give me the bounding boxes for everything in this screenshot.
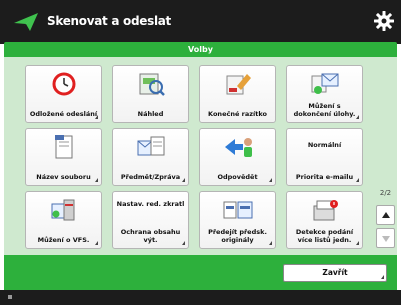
submenu-arrow-icon	[381, 275, 384, 279]
scroll-up-button[interactable]	[376, 205, 395, 225]
footer-bar: Zavřít	[4, 255, 397, 290]
tile-label: Název souboru	[36, 173, 91, 181]
tile-label: Náhled	[137, 110, 164, 118]
close-button[interactable]: Zavřít	[283, 264, 387, 282]
multifeed-icon	[313, 200, 338, 221]
app-title: Skenovat a odeslat	[47, 14, 171, 28]
tile-subject-message[interactable]: Předmět/Zpráva	[112, 128, 189, 186]
tile-reply-to[interactable]: Odpovědět	[199, 128, 276, 186]
scroll-down-button[interactable]	[376, 228, 395, 248]
submenu-arrow-icon	[356, 115, 359, 119]
submenu-arrow-icon	[182, 178, 185, 182]
tile-email-priority[interactable]: Normální Priorita e-mailu	[286, 128, 363, 186]
tile-label: Odložené odeslání	[29, 110, 98, 118]
tile-file-name[interactable]: Název souboru	[25, 128, 102, 186]
notify-job-icon	[311, 73, 338, 94]
send-arrow-icon	[14, 13, 38, 31]
reply-to-icon	[224, 138, 252, 157]
submenu-arrow-icon	[356, 178, 359, 182]
submenu-arrow-icon	[356, 241, 359, 245]
tile-setting-value: Nastav. red. zkratl	[116, 200, 185, 208]
tile-label: Detekce podání více listů jedn.	[295, 228, 354, 244]
tile-label: Priorita e-mailu	[295, 173, 354, 181]
tile-label: Odpovědět	[217, 173, 258, 181]
tile-originals[interactable]: Předejít předsk. originály	[199, 191, 276, 249]
submenu-arrow-icon	[269, 178, 272, 182]
priority-value: Normální	[307, 141, 342, 149]
tile-content-protection[interactable]: Nastav. red. zkratl Ochrana obsahu výt.	[112, 191, 189, 249]
tile-label: Můžení o VFS.	[37, 236, 90, 244]
submenu-arrow-icon	[95, 115, 98, 119]
tile-label: Předmět/Zpráva	[120, 173, 181, 181]
options-panel: Odložené odeslání Náhled Konečné razítko	[4, 57, 397, 255]
arrow-up-icon	[382, 212, 390, 218]
status-strip	[0, 290, 401, 305]
originals-icon	[223, 201, 252, 219]
tile-multifeed-detection[interactable]: Detekce podání více listů jedn.	[286, 191, 363, 249]
tile-label: Ochrana obsahu výt.	[120, 228, 181, 244]
tile-notify-job-done[interactable]: Můžení s dokončení úlohy.	[286, 65, 363, 123]
tile-label: Můžení s dokončení úlohy.	[293, 102, 356, 118]
submenu-arrow-icon	[269, 241, 272, 245]
page-counter: 2/2	[379, 189, 392, 197]
tile-finishing-stamp[interactable]: Konečné razítko	[199, 65, 276, 123]
clock-icon	[52, 72, 75, 96]
status-indicator	[8, 295, 12, 299]
options-grid: Odložené odeslání Náhled Konečné razítko	[12, 60, 375, 253]
submenu-arrow-icon	[182, 241, 185, 245]
tile-notify-vfs[interactable]: Můžení o VFS.	[25, 191, 102, 249]
options-heading: Volby	[4, 42, 397, 57]
tile-label: Konečné razítko	[208, 110, 267, 118]
app-header: Skenovat a odeslat	[0, 0, 401, 44]
gear-icon[interactable]	[373, 10, 395, 32]
tile-delayed-send[interactable]: Odložené odeslání	[25, 65, 102, 123]
notify-vfs-icon	[51, 199, 74, 221]
stamp-icon	[226, 74, 251, 95]
arrow-down-icon	[382, 236, 390, 242]
tile-label: Předejít předsk. originály	[208, 228, 267, 244]
close-button-label: Zavřít	[322, 268, 348, 277]
preview-magnifier-icon	[139, 73, 165, 96]
subject-message-icon	[137, 136, 164, 156]
file-name-icon	[54, 135, 72, 159]
submenu-arrow-icon	[95, 241, 98, 245]
scroll-controls: 2/2	[376, 60, 395, 253]
tile-preview[interactable]: Náhled	[112, 65, 189, 123]
submenu-arrow-icon	[95, 178, 98, 182]
